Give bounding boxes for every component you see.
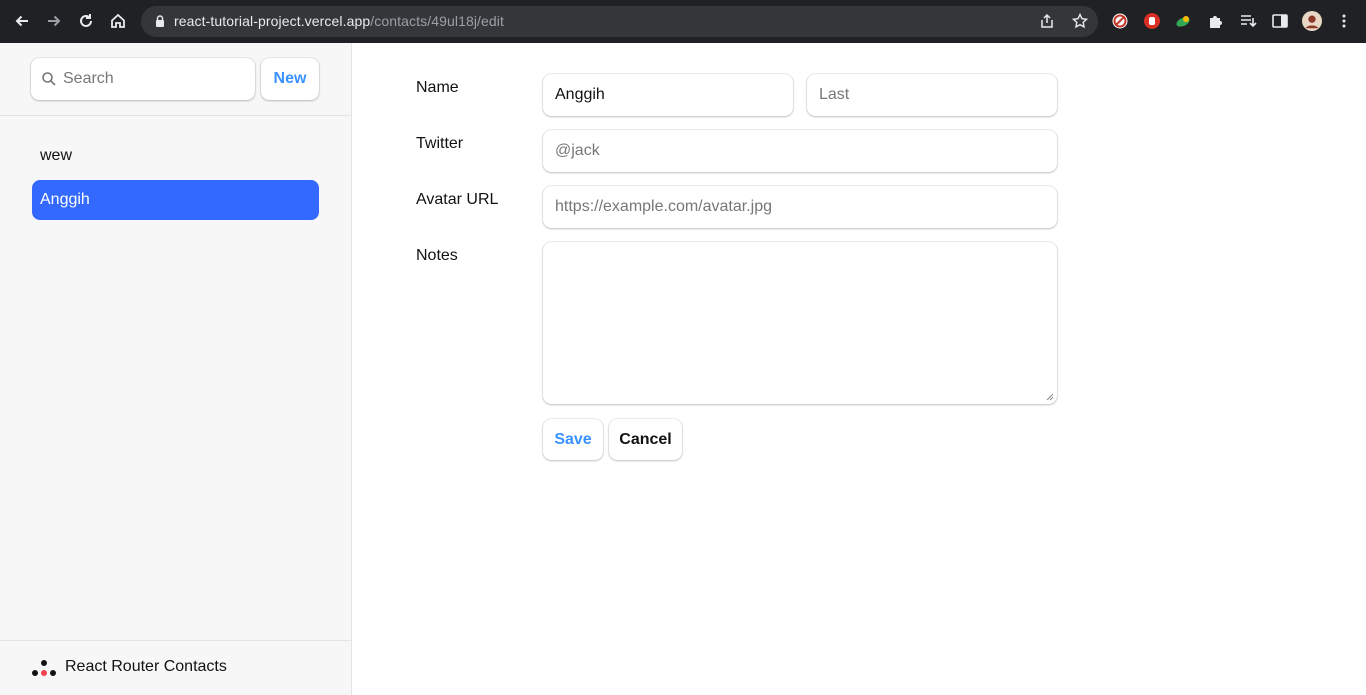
contact-item-label: Anggih (40, 191, 90, 208)
twitter-field[interactable] (543, 130, 1057, 172)
avatar-url-input[interactable] (543, 186, 1057, 228)
contact-item-wew[interactable]: wew (32, 136, 319, 176)
search-field[interactable] (31, 58, 255, 100)
side-panel-icon[interactable] (1270, 11, 1290, 31)
react-router-logo (32, 660, 56, 676)
url-path: /contacts/49ul18j/edit (370, 13, 505, 29)
sidebar-footer: React Router Contacts (0, 640, 351, 695)
search-input[interactable] (63, 58, 249, 100)
sidebar-search-row: New (0, 43, 351, 116)
new-contact-button[interactable]: New (261, 58, 319, 100)
twitter-label: Twitter (416, 135, 464, 152)
lock-icon[interactable] (153, 14, 167, 28)
twitter-input[interactable] (543, 130, 1057, 172)
kebab-menu-icon[interactable] (1334, 11, 1354, 31)
url-text[interactable]: react-tutorial-project.vercel.app/contac… (174, 13, 504, 29)
resize-grip-icon[interactable] (1046, 393, 1054, 401)
last-name-field[interactable] (807, 74, 1057, 116)
avatar-url-label: Avatar URL (416, 191, 499, 208)
brand-name: React Router Contacts (65, 658, 227, 675)
notes-field[interactable] (543, 242, 1057, 404)
address-bar[interactable]: react-tutorial-project.vercel.app/contac… (141, 6, 1098, 37)
share-icon[interactable] (1039, 13, 1055, 29)
forward-icon[interactable] (42, 9, 66, 33)
notes-label: Notes (416, 247, 458, 264)
puzzle-icon[interactable] (1206, 11, 1226, 31)
notes-textarea[interactable] (543, 242, 1057, 404)
home-icon[interactable] (106, 9, 130, 33)
reload-icon[interactable] (74, 9, 98, 33)
save-button[interactable]: Save (543, 419, 603, 460)
first-name-field[interactable] (543, 74, 793, 116)
url-host: react-tutorial-project.vercel.app (174, 13, 371, 29)
reading-list-icon[interactable] (1238, 11, 1258, 31)
extension-leaf-icon[interactable] (1174, 11, 1194, 31)
cancel-button[interactable]: Cancel (609, 419, 682, 460)
name-label: Name (416, 79, 459, 96)
contact-item-label: wew (40, 147, 73, 164)
extension-block-icon[interactable] (1110, 11, 1130, 31)
extension-hand-icon[interactable] (1142, 11, 1162, 31)
browser-toolbar: react-tutorial-project.vercel.app/contac… (0, 0, 1366, 43)
last-name-input[interactable] (807, 74, 1057, 116)
avatar-url-field[interactable] (543, 186, 1057, 228)
back-icon[interactable] (10, 9, 34, 33)
search-icon (42, 72, 56, 86)
sidebar: New wew Anggih React Router Contacts (0, 43, 352, 695)
bookmark-star-icon[interactable] (1072, 13, 1088, 29)
first-name-input[interactable] (543, 74, 793, 116)
profile-avatar[interactable] (1302, 11, 1322, 31)
contact-item-anggih[interactable]: Anggih (32, 180, 319, 220)
